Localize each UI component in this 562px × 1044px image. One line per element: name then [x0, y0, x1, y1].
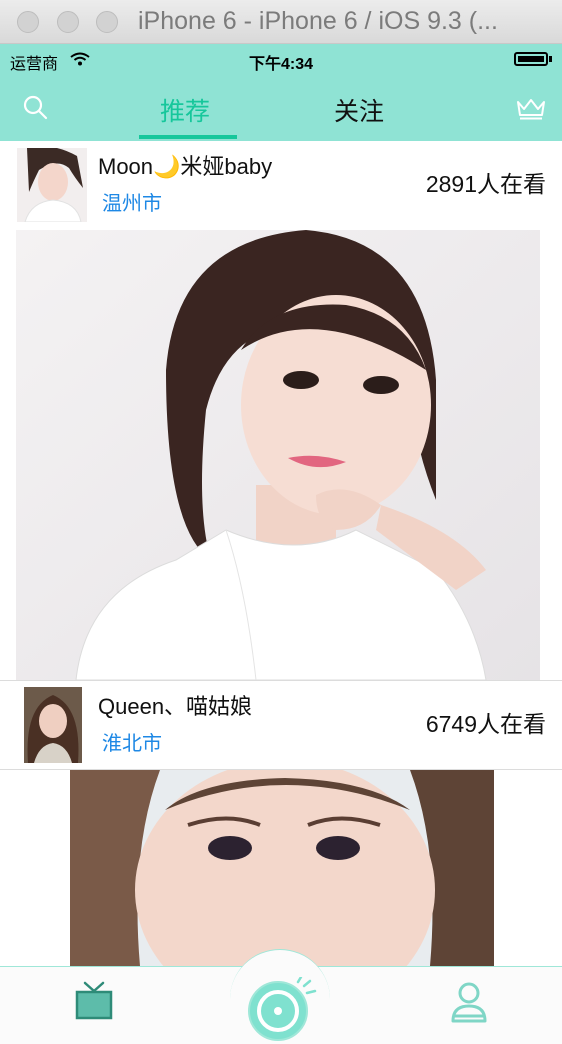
- avatar-photo: [24, 687, 82, 763]
- stream-card-header[interactable]: Moon🌙米娅baby 温州市 2891人在看: [0, 141, 562, 227]
- active-tab-indicator: [139, 135, 237, 139]
- tab-recommend[interactable]: 推荐: [160, 92, 210, 128]
- zoom-window-button[interactable]: [96, 11, 118, 33]
- streamer-avatar[interactable]: [17, 148, 87, 222]
- crown-icon[interactable]: [516, 96, 546, 120]
- stream-cover-photo: [70, 770, 494, 966]
- tab-follow[interactable]: 关注: [334, 92, 384, 128]
- camera-record-icon[interactable]: [244, 977, 318, 1041]
- top-bar: 运营商 下午4:34 推荐 关注: [0, 44, 562, 141]
- bottom-tab-bar: [0, 949, 562, 1044]
- streamer-city[interactable]: 温州市: [102, 187, 162, 216]
- streamer-city[interactable]: 淮北市: [102, 727, 162, 756]
- stream-cover[interactable]: [70, 770, 494, 966]
- viewer-count: 6749人在看: [425, 711, 546, 737]
- stream-cover-photo: [16, 230, 540, 680]
- search-icon[interactable]: [22, 94, 48, 120]
- minimize-window-button[interactable]: [57, 11, 79, 33]
- profile-icon[interactable]: [450, 981, 488, 1023]
- status-time: 下午4:34: [248, 56, 314, 73]
- simulator-titlebar: iPhone 6 - iPhone 6 / iOS 9.3 (...: [0, 0, 562, 44]
- stream-cover[interactable]: [16, 230, 540, 680]
- close-window-button[interactable]: [17, 11, 39, 33]
- live-feed[interactable]: Moon🌙米娅baby 温州市 2891人在看 Queen、喵姑娘 淮北市 67…: [0, 141, 562, 966]
- streamer-avatar[interactable]: [24, 687, 82, 763]
- window-title: iPhone 6 - iPhone 6 / iOS 9.3 (...: [138, 7, 498, 35]
- streamer-name: Queen、喵姑娘: [98, 694, 253, 719]
- stream-card-header[interactable]: Queen、喵姑娘 淮北市 6749人在看: [0, 681, 562, 767]
- viewer-count: 2891人在看: [425, 171, 546, 197]
- streamer-name: Moon🌙米娅baby: [98, 154, 273, 179]
- tv-icon[interactable]: [74, 981, 114, 1021]
- battery-tip: [549, 56, 552, 62]
- avatar-photo: [17, 148, 87, 222]
- battery-icon: [514, 52, 548, 66]
